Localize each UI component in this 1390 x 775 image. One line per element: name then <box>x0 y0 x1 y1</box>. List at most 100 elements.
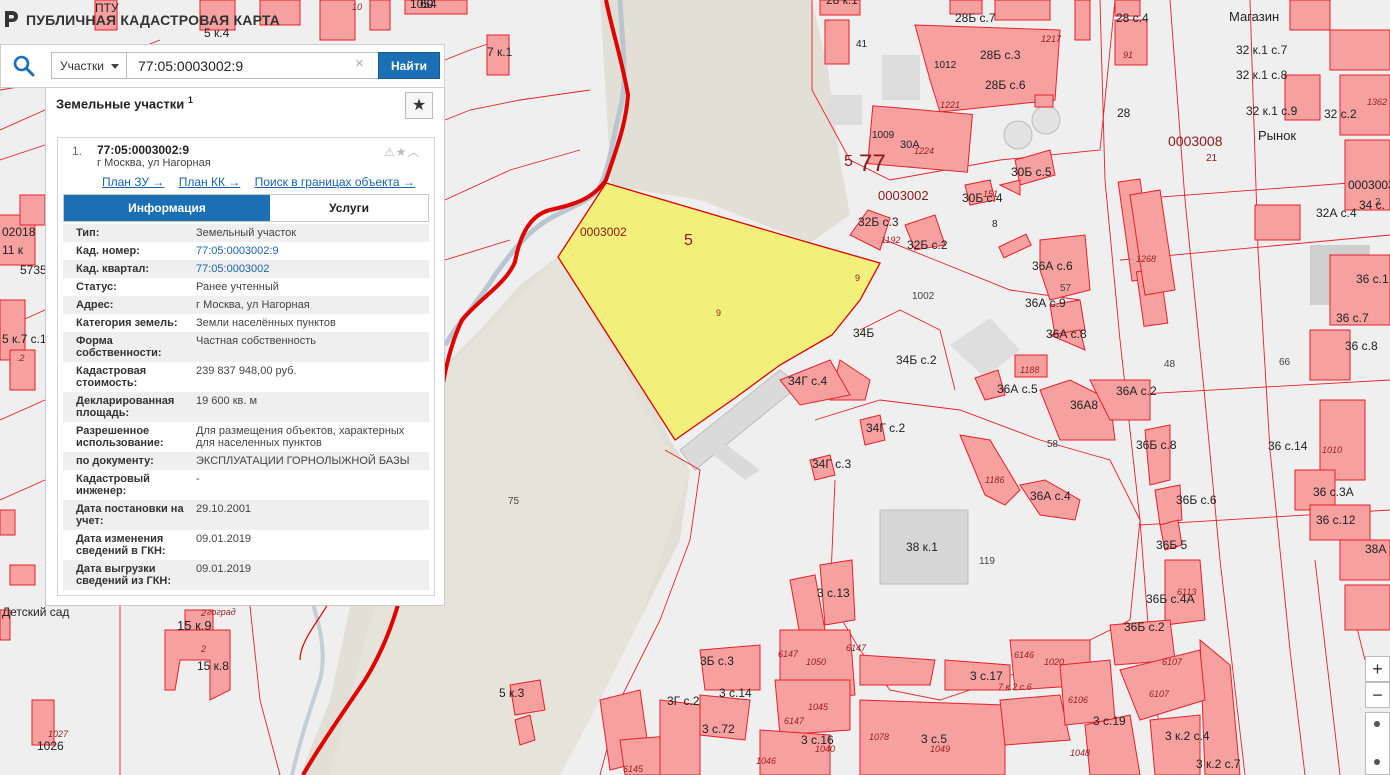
grey-zone <box>828 95 862 125</box>
map-label: 28Б с.7 <box>955 11 996 25</box>
search-type-select[interactable]: Участки <box>51 52 127 79</box>
map-label: 36А с.9 <box>1025 296 1066 310</box>
map-label: 36А с.6 <box>1032 259 1073 273</box>
result-card: 1. 77:05:0003002:9 г Москва, ул Нагорная… <box>57 137 435 596</box>
map-label: 34Б с.2 <box>896 353 937 367</box>
map-label: 15 к.8 <box>197 659 229 673</box>
info-row: Кадастровая стоимость: 239 837 948,00 руб… <box>63 362 429 392</box>
map-label: 36А с.2 <box>1116 384 1157 398</box>
map-label: 1188 <box>1020 365 1039 375</box>
map-label: 32Б с.3 <box>858 215 899 229</box>
info-row-value: 239 837 948,00 руб. <box>196 365 297 377</box>
favorites-button[interactable]: ★ <box>405 92 433 119</box>
info-row-value: г Москва, ул Нагорная <box>196 299 310 311</box>
map-label: 1027 <box>48 729 69 739</box>
tab-services[interactable]: Услуги <box>270 195 428 221</box>
map-label: 57 <box>1060 283 1072 294</box>
grey-zone <box>882 55 920 100</box>
map-label: 6107 <box>1149 689 1170 699</box>
zoom-out-button[interactable]: − <box>1365 682 1390 708</box>
map-label: 1045 <box>808 702 829 712</box>
search-in-bounds-link[interactable]: Поиск в границах объекта → <box>255 175 415 189</box>
info-row: Кад. квартал: 77:05:0003002 <box>63 260 429 278</box>
results-count: 1 <box>187 95 193 105</box>
info-row: Дата постановки на учет: 29.10.2001 <box>63 500 429 530</box>
info-row: Адрес: г Москва, ул Нагорная <box>63 296 429 314</box>
map-label: 1078 <box>869 732 889 742</box>
map-label: 1268 <box>1136 254 1156 264</box>
map-label: 8 <box>992 219 998 230</box>
result-cad-number[interactable]: 77:05:0003002:9 <box>97 143 189 157</box>
map-label: 1012 <box>934 60 957 71</box>
map-label: 32 к.1 с.7 <box>1236 43 1288 57</box>
search-icon[interactable] <box>11 53 37 79</box>
info-row-label: Разрешенное использование: <box>76 425 164 449</box>
info-row-label: Статус: <box>76 281 117 293</box>
map-label: 1186 <box>985 475 1004 485</box>
map-label: 36 с.12 <box>1316 513 1356 527</box>
map-label: 1026 <box>37 739 64 753</box>
info-row-value: 09.01.2019 <box>196 563 252 575</box>
map-label: 32А с.4 <box>1316 206 1357 220</box>
map-label: 1049 <box>930 744 950 754</box>
result-links: План ЗУ → План КК → Поиск в границах объ… <box>102 175 426 189</box>
map-label: 36Б с.8 <box>1136 438 1177 452</box>
map-label: 6113 <box>1177 587 1196 597</box>
search-input[interactable]: 77:05:0003002:9 <box>127 52 379 79</box>
map-label: 28Б с.3 <box>980 48 1021 62</box>
logo-icon <box>5 11 18 27</box>
info-row-label: Дата выгрузки сведений из ГКН: <box>76 563 172 587</box>
map-label: 77 <box>859 150 886 177</box>
map-label: 1362 <box>1367 97 1387 107</box>
info-row: Категория земель: Земли населённых пункто… <box>63 314 429 332</box>
map-label: 36А с.4 <box>1030 489 1071 503</box>
info-row: Кадастровый инженер: - <box>63 470 429 500</box>
info-row: Кад. номер: 77:05:0003002:9 <box>63 242 429 260</box>
map-label: 34Г с.4 <box>788 374 828 388</box>
info-row-label: Категория земель: <box>76 317 178 329</box>
result-tabs: Информация Услуги <box>63 194 429 222</box>
map-label: 5 к.7 с.1 <box>2 332 47 346</box>
result-index: 1. <box>72 144 83 158</box>
info-row-value[interactable]: 77:05:0003002:9 <box>196 245 422 257</box>
result-actions-icons[interactable]: ⚠★︿ <box>384 143 421 160</box>
info-row: Дата изменения сведений в ГКН: 09.01.2019 <box>63 530 429 560</box>
map-label: 1020 <box>1044 657 1064 667</box>
map-label: 32 к.1 с.8 <box>1236 68 1288 82</box>
map-label: 1050 <box>806 657 826 667</box>
plan-kk-link[interactable]: План КК → <box>179 175 241 189</box>
info-row-value: - <box>196 473 200 485</box>
clear-icon[interactable]: × <box>355 55 364 72</box>
map-label: 15 к.9 <box>177 618 212 633</box>
info-row-value[interactable]: 77:05:0003002 <box>196 263 422 275</box>
info-row-value: ЭКСПЛУАТАЦИИ ГОРНОЛЫЖНОЙ БАЗЫ <box>196 455 410 467</box>
map-label: 32Б с.2 <box>907 238 948 252</box>
map-label: 6147 <box>784 716 805 726</box>
zoom-in-button[interactable]: + <box>1365 656 1390 682</box>
tab-info[interactable]: Информация <box>64 195 270 221</box>
map-label: 1192 <box>881 235 900 245</box>
map-label: 36 с.3А <box>1313 485 1354 499</box>
map-label: 1040 <box>815 744 835 754</box>
map-label: 48 <box>1164 359 1176 370</box>
map-label: 1221 <box>940 100 960 110</box>
app-title: ПУБЛИЧНАЯ КАДАСТРОВАЯ КАРТА <box>26 12 281 28</box>
map-label: 41 <box>856 39 868 50</box>
zoom-slider[interactable] <box>1365 712 1390 775</box>
map-label: 9 <box>716 308 721 318</box>
map-label: 36 с.7 <box>1336 311 1369 325</box>
map-label: 3 с.19 <box>1093 714 1126 728</box>
map-label: 21 <box>1206 153 1218 164</box>
map-label: 0003003 <box>1348 178 1390 192</box>
map-label: Детский сад <box>2 605 69 619</box>
plan-zu-link[interactable]: План ЗУ → <box>102 175 164 189</box>
tank <box>1003 120 1033 150</box>
map-label: 0003008 <box>1168 133 1223 149</box>
map-label: 58 <box>1047 439 1059 450</box>
map-label: 3Б с.3 <box>700 654 734 668</box>
find-button[interactable]: Найти <box>378 52 440 79</box>
map-label: 91 <box>1123 50 1133 60</box>
info-row-label: Декларированная площадь: <box>76 395 175 419</box>
map-label: 6147 <box>778 649 799 659</box>
map-label: 6147 <box>846 643 867 653</box>
